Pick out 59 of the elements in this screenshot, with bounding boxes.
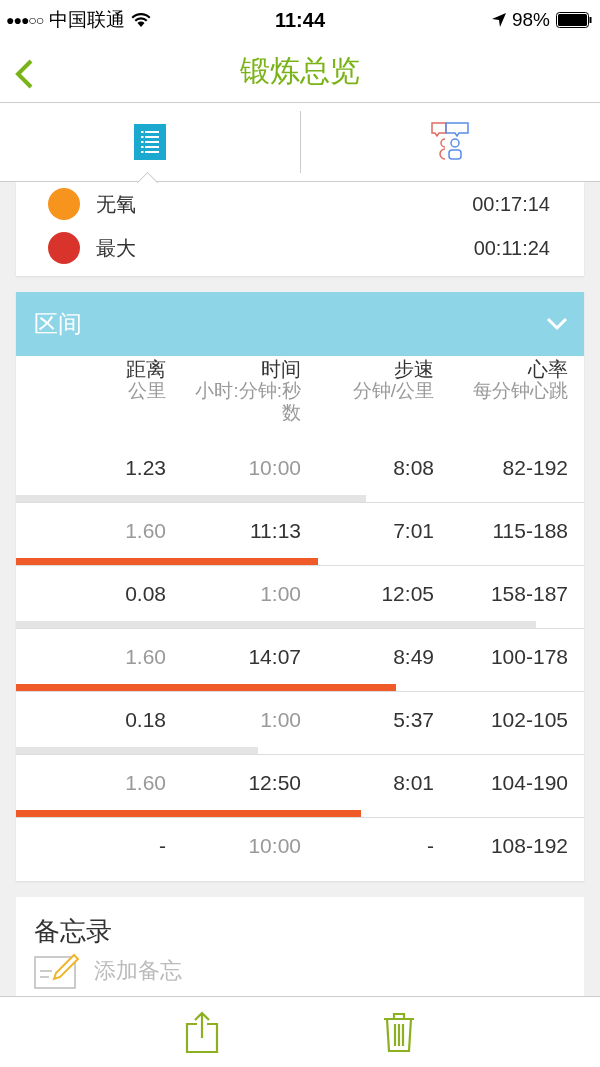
table-cell-text: 5:37 [392, 707, 434, 732]
table-cell-text: 8:01 [392, 770, 434, 795]
table-cell-text: - [158, 834, 166, 858]
table-cell-text: 1.60 [124, 644, 166, 669]
table-cell-text: 14:07 [247, 644, 301, 669]
add-memo-button[interactable]: 添加备忘 [34, 953, 182, 989]
table-cell-text: 8:49 [392, 644, 434, 669]
column-label: 距离 [125, 358, 166, 380]
column-label: 步速 [393, 358, 434, 380]
back-chevron-icon [14, 58, 34, 90]
table-cell-text: 1.60 [124, 770, 166, 795]
column-unit: 分钟/公里 [351, 380, 434, 402]
zone-time: 00:17:14 [472, 192, 550, 216]
note-pencil-icon [34, 953, 80, 989]
table-cell-text: 0.08 [124, 581, 166, 606]
table-cell-text: 104-190 [489, 770, 568, 795]
wifi-icon [131, 12, 152, 28]
column-unit: 每分钟心跳 [472, 380, 568, 402]
table-cell-text: 1.60 [124, 518, 166, 543]
intervals-header[interactable]: 区间 [16, 292, 584, 356]
table-cell-text: 10:00 [247, 834, 301, 858]
column-unit: 公里 [127, 380, 166, 402]
zone-name: 无氧 [96, 191, 136, 217]
carrier-name: 中国联通 [49, 8, 126, 32]
memo-title: 备忘录 [34, 915, 113, 948]
table-cell-text: 7:01 [392, 518, 434, 543]
share-icon [185, 1011, 219, 1053]
clock-time: 11:44 [274, 8, 326, 31]
table-cell-text: 1.23 [124, 455, 166, 480]
delete-button[interactable] [381, 1010, 417, 1054]
table-cell-text: 10:00 [247, 455, 301, 480]
trash-icon [383, 1012, 415, 1052]
table-cell-text: 1:00 [259, 707, 301, 732]
battery-icon [556, 12, 592, 28]
table-cell-text: 108-192 [489, 834, 568, 858]
table-cell-text: 102-105 [489, 707, 568, 732]
table-cell-text: 12:05 [380, 581, 434, 606]
table-cell-text: 82-192 [501, 455, 568, 480]
column-label: 心率 [526, 358, 568, 380]
table-cell-text: 100-178 [489, 644, 568, 669]
table-cell-text: 11:13 [249, 518, 301, 543]
table-cell-text: - [426, 834, 434, 858]
table-cell-text: 8:08 [392, 455, 434, 480]
share-button[interactable] [183, 1009, 221, 1055]
chat-people-icon [431, 122, 470, 162]
column-label: 时间 [260, 358, 301, 380]
list-icon [133, 124, 166, 160]
table-cell-text: 115-188 [491, 518, 568, 543]
table-cell-text: 158-187 [489, 581, 568, 606]
table-cell-text: 0.18 [124, 707, 166, 732]
column-unit: 小时:分钟:秒数 [194, 380, 301, 424]
page-title: 锻炼总览 [240, 52, 360, 89]
table-cell-text: 12:50 [247, 770, 301, 795]
signal-strength: ●●●○○ [6, 12, 44, 28]
battery-percent: 98% [511, 9, 550, 31]
zone-name: 最大 [96, 235, 136, 261]
table-cell-text: 1:00 [259, 581, 301, 606]
zone-time: 00:11:24 [473, 236, 550, 260]
location-arrow-icon [491, 13, 506, 27]
